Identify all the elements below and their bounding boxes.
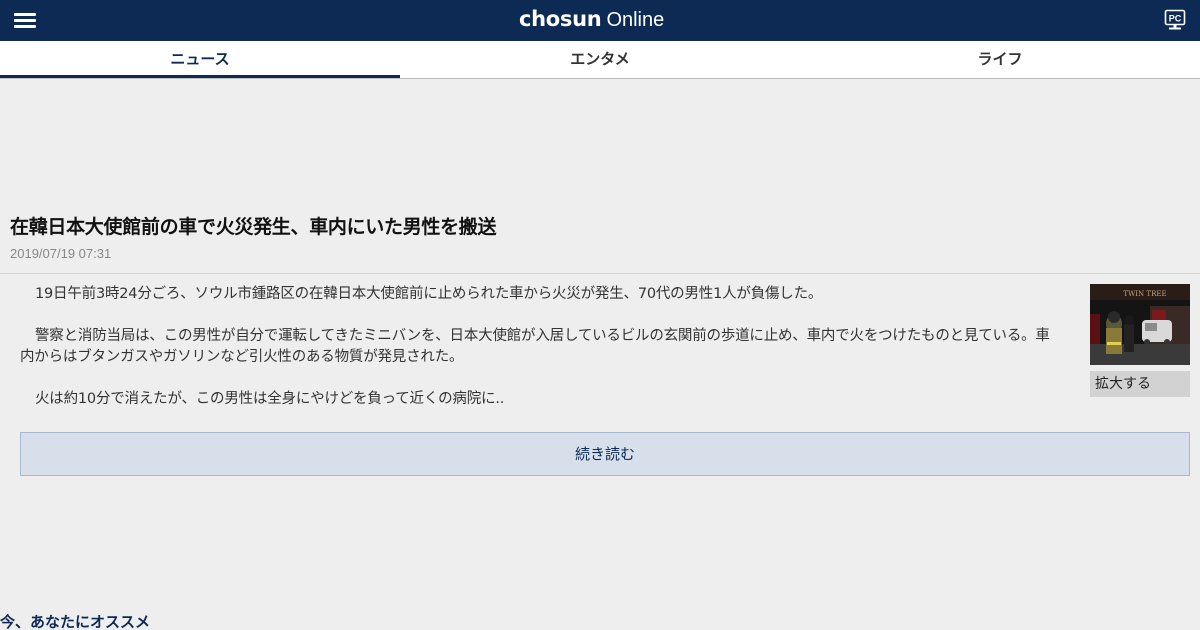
enlarge-photo-button[interactable]: 拡大する [1090, 371, 1190, 397]
logo-wordmark-bold: chosun [519, 7, 602, 31]
hamburger-menu-icon[interactable] [14, 12, 36, 30]
article-title: 在韓日本大使館前の車で火災発生、車内にいた男性を搬送 [10, 216, 497, 238]
pc-version-icon[interactable]: PC [1164, 9, 1186, 31]
article-paragraph: 火は約10分で消えたが、この男性は全身にやけどを負って近くの病院に.. [35, 391, 505, 407]
article-date: 2019/07/19 07:31 [10, 246, 112, 261]
article-paragraph: 警察と消防当局は、この男性が自分で運転してきたミニバンを、日本大使館が入居してい… [20, 328, 1050, 365]
tab-life[interactable]: ライフ [800, 41, 1200, 78]
read-more-button[interactable]: 続き読む [20, 432, 1190, 476]
tab-news[interactable]: ニュース [0, 41, 400, 78]
article-paragraph: 19日午前3時24分ごろ、ソウル市鍾路区の在韓日本大使館前に止められた車から火災… [35, 286, 823, 302]
article-body: 19日午前3時24分ごろ、ソウル市鍾路区の在韓日本大使館前に止められた車から火災… [20, 284, 1060, 431]
category-tabs: ニュース エンタメ ライフ [0, 41, 1200, 79]
recommend-heading: 今、あなたにオススメ [0, 613, 151, 630]
svg-text:TWIN TREE: TWIN TREE [1123, 290, 1166, 298]
svg-text:PC: PC [1169, 14, 1182, 24]
divider [0, 273, 1200, 274]
tab-entertainment[interactable]: エンタメ [400, 41, 800, 78]
top-navigation-bar: chosun Online PC [0, 0, 1200, 41]
logo-wordmark-light: Online [606, 9, 665, 31]
site-logo[interactable]: chosun Online [519, 7, 664, 35]
article-photo[interactable]: TWIN TREE [1090, 284, 1190, 365]
